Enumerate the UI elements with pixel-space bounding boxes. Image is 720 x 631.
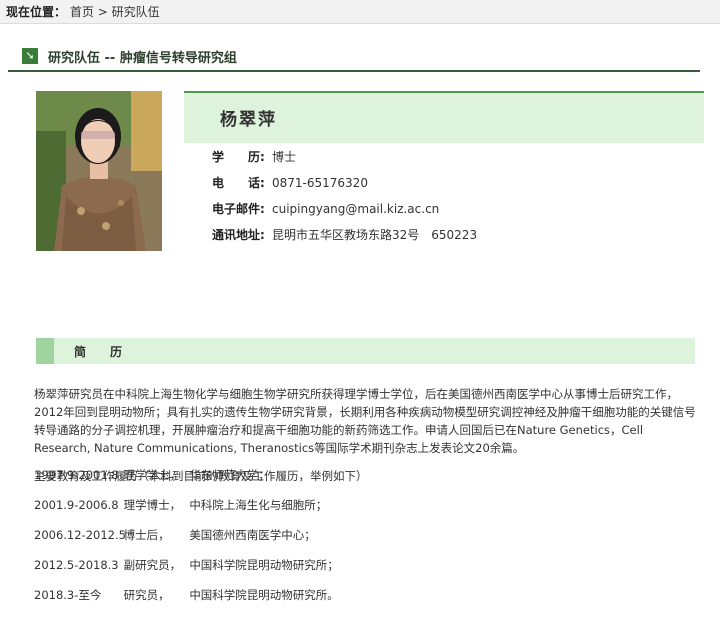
breadcrumb-current-link[interactable]: 研究队伍	[112, 5, 160, 19]
history-role: 研究员，	[123, 588, 170, 602]
list-item: 2012.5-2018.3 副研究员， 中国科学院昆明动物研究所；	[34, 556, 696, 586]
history-role: 理学学士，	[123, 468, 182, 482]
breadcrumb-separator: >	[97, 5, 108, 19]
profile-name: 杨翠萍	[220, 110, 277, 130]
info-value: 0871-65176320	[272, 176, 368, 190]
history-list: 1997.9-2001.8 理学学士， 华东师范大学； 2001.9-2006.…	[34, 466, 696, 616]
history-org: 中国科学院昆明动物研究所；	[189, 558, 339, 572]
history-date: 2001.9-2006.8	[34, 498, 119, 512]
bio-header: 简 历	[36, 338, 695, 364]
info-value: 博士	[272, 150, 297, 164]
section-header: ➘ 研究队伍 -- 肿瘤信号转导研究组	[8, 44, 700, 72]
history-role: 理学博士，	[123, 498, 182, 512]
history-date: 2006.12-2012.5	[34, 528, 126, 542]
history-role: 副研究员，	[123, 558, 182, 572]
info-label: 通讯地址:	[212, 228, 265, 242]
list-item: 2018.3-至今 研究员， 中国科学院昆明动物研究所。	[34, 586, 696, 616]
info-label: 学 历:	[212, 150, 265, 164]
section-title: 研究队伍 -- 肿瘤信号转导研究组	[48, 51, 237, 66]
history-org: 中国科学院昆明动物研究所。	[189, 588, 339, 602]
bio-paragraph: 杨翠萍研究员在中科院上海生物化学与细胞生物学研究所获得理学博士学位，后在美国德州…	[34, 387, 696, 455]
list-item: 2001.9-2006.8 理学博士， 中科院上海生化与细胞所；	[34, 496, 696, 526]
profile-header: 杨翠萍	[184, 91, 704, 143]
email-link[interactable]: cuipingyang@mail.kiz.ac.cn	[272, 196, 439, 222]
list-item: 2006.12-2012.5 博士后， 美国德州西南医学中心；	[34, 526, 696, 556]
history-org: 美国德州西南医学中心；	[189, 528, 316, 542]
profile-photo	[36, 91, 162, 251]
history-org: 华东师范大学；	[189, 468, 270, 482]
history-org: 中科院上海生化与细胞所；	[189, 498, 328, 512]
history-date: 2018.3-至今	[34, 588, 102, 602]
breadcrumb-home-link[interactable]: 首页	[70, 5, 94, 19]
breadcrumb-label: 现在位置：	[6, 5, 67, 19]
history-date: 2012.5-2018.3	[34, 558, 119, 572]
arrow-icon: ➘	[22, 48, 38, 64]
info-label: 电 话:	[212, 176, 265, 190]
history-date: 1997.9-2001.8	[34, 468, 119, 482]
info-value: 昆明市五华区教场东路32号 650223	[272, 228, 478, 242]
breadcrumb: 现在位置： 首页 > 研究队伍	[0, 0, 720, 24]
history-role: 博士后，	[123, 528, 170, 542]
list-item: 1997.9-2001.8 理学学士， 华东师范大学；	[34, 466, 696, 496]
profile-photo-image	[36, 91, 162, 251]
bio-heading: 简 历	[74, 345, 129, 359]
info-label: 电子邮件:	[212, 202, 265, 216]
